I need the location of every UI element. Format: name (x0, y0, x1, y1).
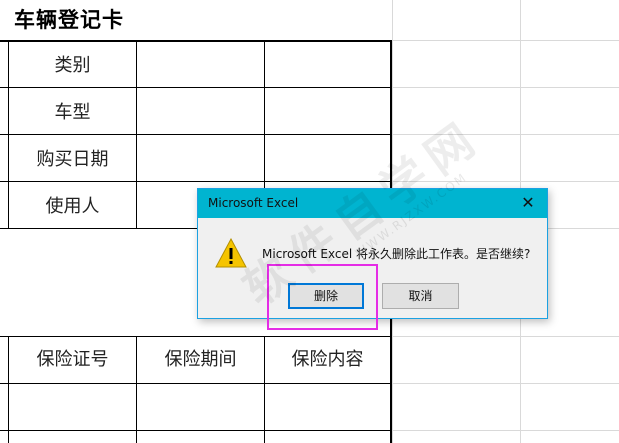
close-icon[interactable]: ✕ (515, 191, 541, 215)
warning-icon (215, 238, 247, 268)
dialog-titlebar[interactable]: Microsoft Excel ✕ (198, 189, 547, 218)
sheet-title[interactable]: 车辆登记卡 (14, 4, 124, 34)
cell-purchase-date[interactable]: 购买日期 (9, 150, 136, 170)
cancel-button[interactable]: 取消 (382, 283, 459, 309)
highlight-box (267, 264, 378, 330)
cell-model[interactable]: 车型 (9, 103, 136, 123)
dialog-title: Microsoft Excel (208, 196, 299, 210)
dialog-message: Microsoft Excel 将永久删除此工作表。是否继续? (262, 247, 531, 261)
cell-insurance-no[interactable]: 保险证号 (9, 350, 136, 370)
cell-insurance-period[interactable]: 保险期间 (137, 350, 264, 370)
cell-insurance-content[interactable]: 保险内容 (265, 350, 390, 370)
cell-category[interactable]: 类别 (9, 56, 136, 76)
cell-user[interactable]: 使用人 (9, 197, 136, 217)
